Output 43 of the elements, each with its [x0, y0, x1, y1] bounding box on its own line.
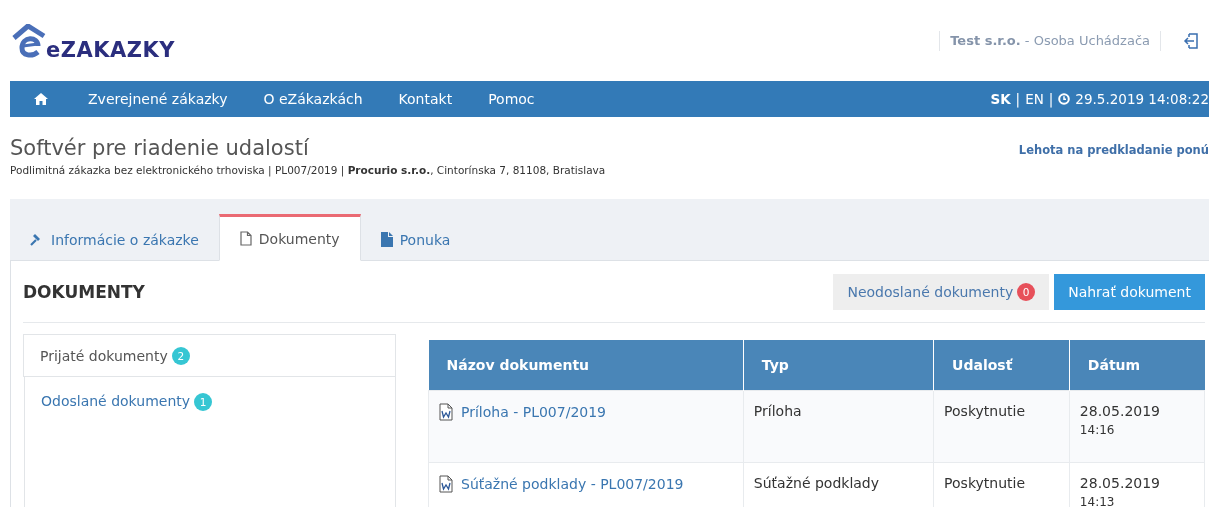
- table-cell: Poskytnutie: [933, 390, 1070, 463]
- logo-text: eZAKAZKY: [46, 37, 175, 62]
- tender-details: Podlimitná zákazka bez elektronického trhoviska | PL007/2019 | Procurio s.r.o., Cintorínska 7, 81108, Bratislava: [10, 164, 606, 176]
- date-time: 29.5.2019 14:08:22: [1075, 91, 1209, 107]
- word-file-icon: [439, 403, 453, 422]
- document-icon: [380, 232, 393, 247]
- column-header: Typ: [743, 340, 934, 391]
- nav-link[interactable]: Kontakt: [380, 91, 471, 107]
- count-badge: 2: [171, 346, 190, 365]
- time-text: 14:16: [1079, 423, 1116, 438]
- nav-link[interactable]: Pomoc: [470, 91, 553, 107]
- unsent-documents-button[interactable]: Neodoslané dokumenty 0: [833, 273, 1050, 310]
- nav-link[interactable]: Zverejnené zákazky: [70, 91, 246, 107]
- deadline-label: Lehota na predkladanie ponú: [1018, 143, 1209, 157]
- logout-icon[interactable]: [1183, 31, 1199, 50]
- column-header: Názov dokumentu: [428, 340, 744, 391]
- word-file-icon: [439, 474, 453, 493]
- separator: |: [1015, 91, 1021, 107]
- column-header: Udalosť: [933, 340, 1070, 391]
- time-text: 14:13: [1079, 494, 1116, 507]
- language-link[interactable]: SK: [990, 91, 1011, 107]
- document-icon: [239, 231, 252, 246]
- language-link[interactable]: EN: [1025, 91, 1044, 107]
- company-name: Test s.r.o.: [950, 33, 1021, 48]
- date-text: 28.05.2019: [1079, 474, 1162, 491]
- sidebar-item[interactable]: Prijaté dokumenty 2: [23, 334, 396, 377]
- count-badge: 0: [1017, 282, 1036, 301]
- upload-button[interactable]: Nahrať dokument: [1054, 273, 1205, 310]
- user-name: - Osoba Uchádzača: [1023, 33, 1150, 48]
- nav-link[interactable]: O eZákazkách: [245, 91, 381, 107]
- clock-icon: [1058, 93, 1071, 105]
- page-title: Softvér pre riadenie udalostí: [10, 135, 310, 162]
- tab[interactable]: Ponuka: [360, 215, 471, 261]
- tab[interactable]: Dokumenty: [218, 214, 361, 261]
- tab[interactable]: Informácie o zákazke: [10, 215, 219, 261]
- home-icon[interactable]: [34, 93, 48, 105]
- table-cell: Príloha: [743, 390, 934, 463]
- column-header: Dátum: [1069, 340, 1205, 391]
- date-text: 28.05.2019: [1079, 403, 1162, 420]
- section-title: DOKUMENTY: [23, 281, 145, 302]
- sidebar-item[interactable]: Odoslané dokumenty 1: [24, 377, 396, 507]
- count-badge: 1: [194, 393, 213, 411]
- separator: |: [1048, 91, 1054, 107]
